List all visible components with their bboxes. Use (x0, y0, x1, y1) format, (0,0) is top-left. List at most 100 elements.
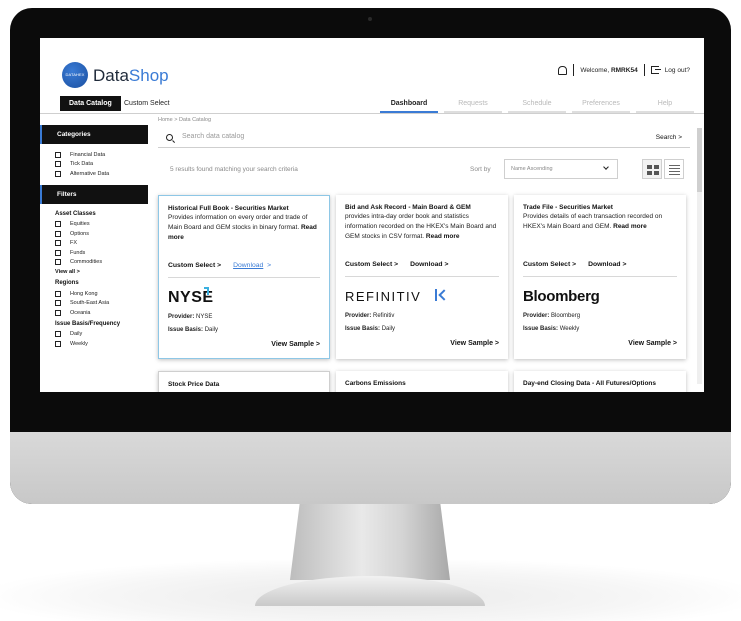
checkbox[interactable] (55, 249, 61, 256)
monitor-stand (290, 504, 450, 580)
checkbox[interactable] (55, 340, 61, 347)
checkbox[interactable] (55, 221, 61, 228)
view-sample-button[interactable]: View Sample > (271, 341, 320, 348)
basis-value: Daily (204, 327, 219, 333)
divider (523, 276, 677, 277)
checkbox[interactable] (55, 259, 61, 266)
search-input[interactable]: Search data catalog (182, 133, 244, 140)
checkbox[interactable] (55, 309, 61, 316)
custom-select-button[interactable]: Custom Select > (523, 261, 576, 268)
list-view-icon[interactable] (664, 159, 684, 179)
checkbox[interactable] (55, 230, 61, 237)
checkbox[interactable] (55, 300, 61, 307)
catalog-card[interactable]: Carbons Emissions (336, 371, 508, 392)
refinitiv-logo: REFINITIV (345, 288, 450, 306)
nav-data-catalog[interactable]: Data Catalog (60, 96, 121, 111)
catalog-card[interactable]: Historical Full Book - Securities Market… (158, 195, 330, 359)
filter-south-east-asia[interactable]: South-East Asia (55, 299, 148, 309)
logout-icon[interactable] (650, 66, 661, 74)
tab-schedule[interactable]: Schedule (508, 96, 566, 113)
category-alternative-data[interactable]: Alternative Data (55, 169, 148, 179)
basis-value: Weekly (559, 326, 580, 332)
download-arrow[interactable]: > (267, 262, 271, 269)
download-group: Download > (233, 262, 271, 269)
basis-value: Daily (381, 326, 396, 332)
nyse-mark-icon (204, 287, 209, 295)
checkbox[interactable] (55, 170, 61, 177)
filter-label: Oceania (70, 309, 91, 316)
filter-label: Funds (70, 249, 86, 256)
nav-custom-select[interactable]: Custom Select (124, 96, 170, 111)
filter-weekly[interactable]: Weekly (55, 339, 148, 349)
card-title[interactable]: Day-end Closing Data - All Futures/Optio… (523, 379, 677, 388)
catalog-card[interactable]: Day-end Closing Data - All Futures/Optio… (514, 371, 686, 392)
card-desc-text: provides intra-day order book and statis… (345, 213, 497, 240)
read-more-link[interactable]: Read more (613, 223, 647, 230)
divider (168, 277, 320, 278)
card-actions: Custom Select > Download > (168, 262, 271, 269)
checkbox[interactable] (55, 151, 61, 158)
search-bar[interactable]: Search data catalog Search > (158, 130, 690, 148)
view-sample-button[interactable]: View Sample > (450, 340, 499, 347)
filter-label: Commodities (70, 259, 103, 266)
download-button[interactable]: Download > (410, 261, 448, 268)
filter-funds[interactable]: Funds (55, 248, 148, 258)
read-more-link[interactable]: Read more (426, 233, 460, 240)
provider-value: Bloomberg (551, 313, 581, 319)
download-button[interactable]: Download > (588, 261, 626, 268)
view-all-link[interactable]: View all > (40, 267, 148, 277)
tab-preferences[interactable]: Preferences (572, 96, 630, 113)
tab-requests[interactable]: Requests (444, 96, 502, 113)
checkbox[interactable] (55, 290, 61, 297)
category-tick-data[interactable]: Tick Data (55, 160, 148, 170)
card-title[interactable]: Carbons Emissions (345, 379, 499, 388)
logo-text[interactable]: DataShop (93, 66, 169, 86)
bell-icon[interactable] (558, 65, 568, 75)
card-description: provides intra-day order book and statis… (345, 212, 499, 252)
card-title[interactable]: Stock Price Data (168, 380, 320, 389)
grid-view-icon[interactable] (642, 159, 662, 179)
sort-value: Name Ascending (511, 166, 553, 172)
filter-label: Hong Kong (70, 290, 98, 297)
download-button[interactable]: Download (233, 262, 263, 269)
checkbox[interactable] (55, 161, 61, 168)
catalog-card[interactable]: Bid and Ask Record - Main Board & GEM pr… (336, 195, 508, 359)
search-button[interactable]: Search > (656, 134, 682, 141)
provider-text: Provider: Bloomberg (523, 313, 580, 319)
card-title[interactable]: Bid and Ask Record - Main Board & GEM (345, 203, 499, 212)
custom-select-button[interactable]: Custom Select > (345, 261, 398, 268)
brand-name: Bloomberg (523, 288, 600, 305)
filter-commodities[interactable]: Commodities (55, 258, 148, 268)
catalog-card[interactable]: Trade File - Securities Market Provides … (514, 195, 686, 359)
logo-badge[interactable]: DATAHEX (62, 62, 88, 88)
issue-basis-text: Issue Basis: Daily (345, 326, 395, 332)
filter-equities[interactable]: Equities (55, 220, 148, 230)
filter-label: Weekly (70, 340, 88, 347)
checkbox[interactable] (55, 331, 61, 338)
sort-select[interactable]: Name Ascending (504, 159, 618, 179)
tab-dashboard[interactable]: Dashboard (380, 96, 438, 113)
filters-header: Filters (40, 184, 148, 204)
filter-oceania[interactable]: Oceania (55, 308, 148, 318)
filter-daily[interactable]: Daily (55, 330, 148, 340)
view-sample-button[interactable]: View Sample > (628, 340, 677, 347)
regions-list: Hong Kong South-East Asia Oceania (40, 289, 148, 318)
catalog-card[interactable]: Stock Price Data (158, 371, 330, 392)
card-title[interactable]: Trade File - Securities Market (523, 203, 677, 212)
logout-link[interactable]: Log out? (665, 67, 690, 74)
card-title[interactable]: Historical Full Book - Securities Market (168, 204, 320, 213)
brand-name: REFINITIV (345, 289, 422, 304)
tab-help[interactable]: Help (636, 96, 694, 113)
basis-label: Issue Basis: (345, 326, 382, 332)
filter-fx[interactable]: FX (55, 239, 148, 249)
custom-select-button[interactable]: Custom Select > (168, 262, 221, 269)
checkbox[interactable] (55, 240, 61, 247)
category-financial-data[interactable]: Financial Data (55, 150, 148, 160)
scrollbar-thumb[interactable] (697, 128, 702, 192)
filter-hong-kong[interactable]: Hong Kong (55, 289, 148, 299)
top-bar: DATAHEX DataShop Welcome, RMRK54 Log out… (40, 38, 704, 90)
nav-row: Data Catalog Custom Select Dashboard Req… (40, 96, 704, 114)
filter-options[interactable]: Options (55, 229, 148, 239)
basis-label: Issue Basis: (523, 326, 560, 332)
breadcrumb[interactable]: Home > Data Catalog (158, 117, 211, 123)
